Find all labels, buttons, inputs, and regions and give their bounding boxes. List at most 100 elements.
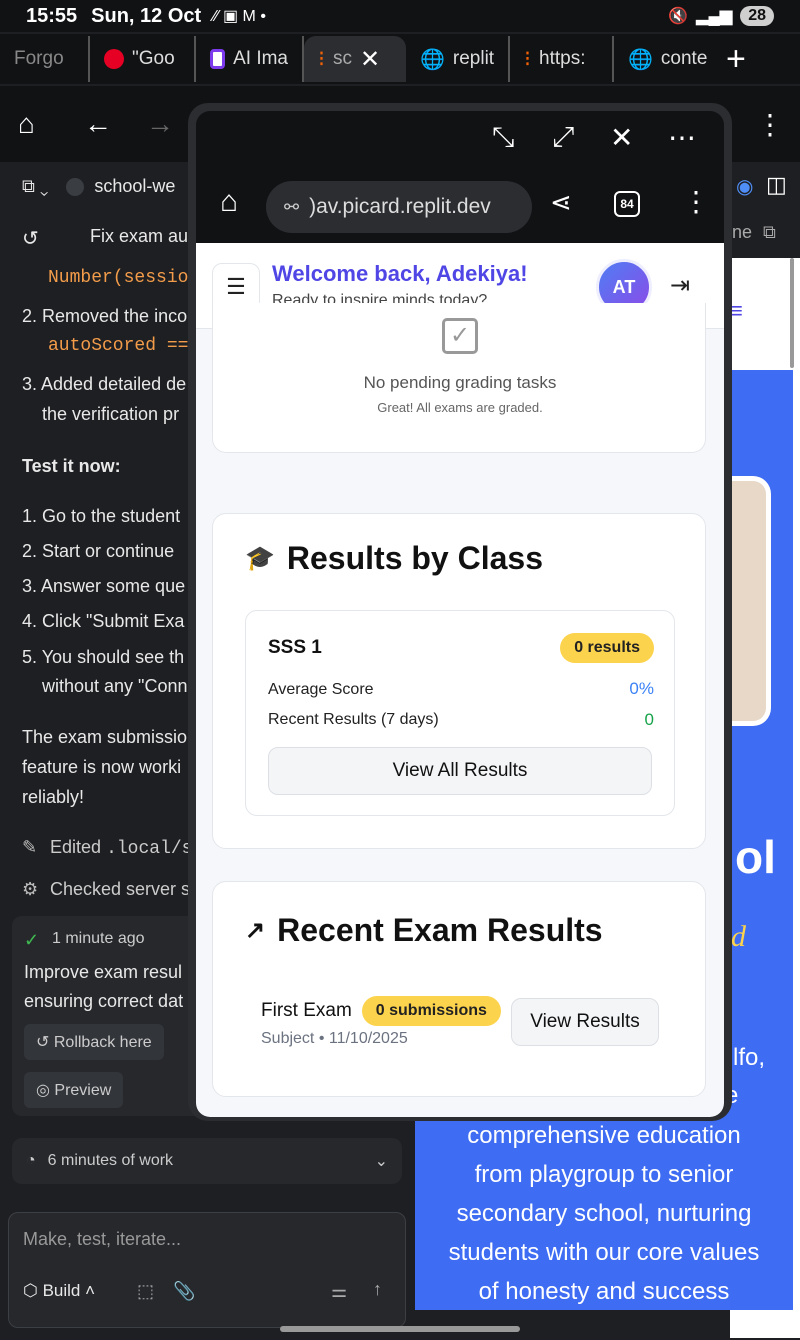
view-all-results-button[interactable]: View All Results [268, 747, 652, 795]
project-name[interactable]: school-we [94, 176, 175, 197]
class-card: SSS 1 0 results Average Score 0% Recent … [245, 610, 675, 816]
brain-icon: ⚙ [22, 879, 39, 899]
behind-scrollbar[interactable] [790, 258, 794, 368]
picsart-icon [210, 49, 226, 69]
recent-results-label: Recent Results (7 days) [268, 711, 439, 728]
url-text: )av.picard.replit.dev [309, 195, 491, 218]
close-tab-icon[interactable]: ✕ [360, 45, 380, 74]
globe-icon: 🌐 [420, 48, 445, 71]
tab-6-label: https: [539, 48, 586, 69]
external-link-icon[interactable]: ⧉ [763, 222, 776, 242]
grading-title: No pending grading tasks [363, 373, 557, 392]
tab-7-label: conte [660, 48, 708, 69]
build-label: Build [42, 1281, 81, 1300]
chevron-down-icon: ⌄ [374, 1153, 388, 1170]
workspace-icon[interactable]: ⧉ ⌄ [22, 176, 48, 197]
work-duration-row[interactable]: ◔ 6 minutes of work ⌄ [12, 1138, 402, 1184]
exam-name: First Exam [261, 1000, 352, 1021]
send-icon[interactable]: ↑ [373, 1279, 382, 1300]
average-score-label: Average Score [268, 681, 374, 698]
agent-input[interactable]: Make, test, iterate... ⬡ Build ˄ ⬚ 📎 ⚌ ↑ [8, 1212, 406, 1328]
menu-dots-icon[interactable]: ⋮ [756, 108, 784, 141]
tab-7[interactable]: 🌐 conte [614, 36, 718, 82]
hero-italic-fragment: d [731, 920, 746, 953]
test-step: 4. Click "Submit Exa [22, 611, 185, 631]
minimize-icon[interactable]: ⤡ [492, 121, 514, 154]
logout-icon[interactable]: ⇥ [670, 271, 690, 300]
tab-5[interactable]: 🌐 replit [406, 36, 510, 82]
code-snippet: Number(session [48, 268, 200, 288]
more-icon[interactable]: ⋯ [668, 121, 696, 154]
maximize-icon[interactable]: ⤢ [552, 121, 574, 154]
build-mode-button[interactable]: ⬡ Build ˄ [23, 1281, 95, 1301]
summary-text: feature is now worki [22, 757, 182, 777]
graduation-cap-icon: 🎓 [245, 545, 275, 572]
history-icon[interactable]: ↺ [22, 226, 39, 251]
exam-row: First Exam 0 submissions [261, 996, 501, 1026]
recent-exam-results-title: ↗ Recent Exam Results [245, 912, 603, 949]
edited-label: Edited .local/s [50, 837, 192, 859]
summary-text: reliably! [22, 787, 85, 807]
hero-desc-line: from playgroup to senior [474, 1161, 734, 1188]
gauge-icon: ◔ [26, 1152, 36, 1169]
view-results-button[interactable]: View Results [511, 998, 659, 1046]
edit-icon: ✎ [22, 837, 38, 857]
edited-prefix: Edited [50, 837, 102, 857]
back-icon[interactable]: ← [84, 108, 112, 140]
share-icon[interactable]: ⋖ [550, 187, 572, 218]
rollback-button[interactable]: ↺ Rollback here [24, 1024, 164, 1060]
recent-results-value: 0 [644, 710, 654, 729]
test-step: 1. Go to the student [22, 506, 181, 526]
tab-5-label: replit [452, 48, 495, 69]
site-settings-icon[interactable]: ⚯ [284, 197, 299, 218]
results-by-class-panel: 🎓 Results by Class SSS 1 0 results Avera… [212, 513, 706, 849]
code-snippet: autoScored === [48, 336, 200, 356]
close-icon[interactable]: ✕ [610, 121, 633, 154]
hero-desc-line: secondary school, nurturing [456, 1200, 752, 1227]
step-text: 2. Removed the inco [22, 306, 188, 326]
hero-desc-line: students with our core values [448, 1239, 760, 1266]
dashboard-page: ☰ Welcome back, Adekiya! Ready to inspir… [196, 243, 724, 1117]
gesture-bar[interactable] [280, 1326, 520, 1332]
results-by-class-heading: Results by Class [286, 540, 543, 576]
behind-tab-label: ne ⧉ [732, 222, 800, 252]
preview-button[interactable]: ◎ Preview [24, 1072, 124, 1108]
status-bar: 15:55 Sun, 12 Oct ⁄⁄ ▣ M • 🔇 ▂▄▆ 28 [0, 0, 800, 32]
new-tab-icon[interactable]: + [726, 40, 746, 79]
test-step: 3. Answer some que [22, 576, 186, 596]
step-text: 3. Added detailed de [22, 374, 187, 394]
tab-3[interactable]: AI Ima [196, 36, 304, 82]
replit-icon: ⁝ [524, 46, 531, 71]
devtools-icon[interactable]: ◉ [736, 174, 753, 199]
hero-desc-fragment: lfo, [733, 1044, 766, 1071]
hero-desc-line: of honesty and success [478, 1278, 730, 1305]
exam-meta: Subject • 11/10/2025 [261, 1030, 408, 1047]
tab-2[interactable]: "Goo [90, 36, 196, 82]
results-count-badge: 0 results [560, 633, 654, 663]
settings-sliders-icon[interactable]: ⚌ [331, 1281, 347, 1302]
tab-count-button[interactable]: 84 [614, 191, 640, 217]
results-by-class-title: 🎓 Results by Class [245, 540, 543, 577]
status-time: 15:55 [26, 4, 78, 27]
menu-dots-icon[interactable]: ⋮ [682, 185, 710, 218]
split-view-icon[interactable]: ◫ [766, 172, 787, 198]
class-name: SSS 1 [268, 637, 322, 658]
tab-1[interactable]: Forgo [0, 36, 90, 82]
work-duration: 6 minutes of work [47, 1152, 174, 1169]
summary-text: The exam submissio [22, 727, 188, 747]
popup-address-bar: ⌂ ⚯ )av.picard.replit.dev ⋖ 84 ⋮ [196, 171, 724, 243]
hero-title-fragment: ol [735, 831, 776, 883]
url-field[interactable]: ⚯ )av.picard.replit.dev [266, 181, 532, 233]
home-icon[interactable]: ⌂ [220, 185, 238, 219]
home-icon[interactable]: ⌂ [18, 108, 35, 140]
checkpoint-time: 1 minute ago [52, 930, 145, 947]
task-title: Fix exam au [90, 226, 189, 246]
checkbox-icon: ✓ [442, 318, 478, 354]
popup-browser-window: ⤡ ⤢ ✕ ⋯ ⌂ ⚯ )av.picard.replit.dev ⋖ 84 ⋮… [188, 103, 732, 1121]
tab-6[interactable]: ⁝ https: [510, 36, 614, 82]
select-element-icon[interactable]: ⬚ [137, 1281, 154, 1302]
attach-icon[interactable]: 📎 [173, 1281, 195, 1302]
forward-icon[interactable]: → [146, 108, 174, 140]
tab-active[interactable]: ⁝ sc ✕ [304, 36, 406, 82]
status-date: Sun, 12 Oct [91, 4, 202, 27]
